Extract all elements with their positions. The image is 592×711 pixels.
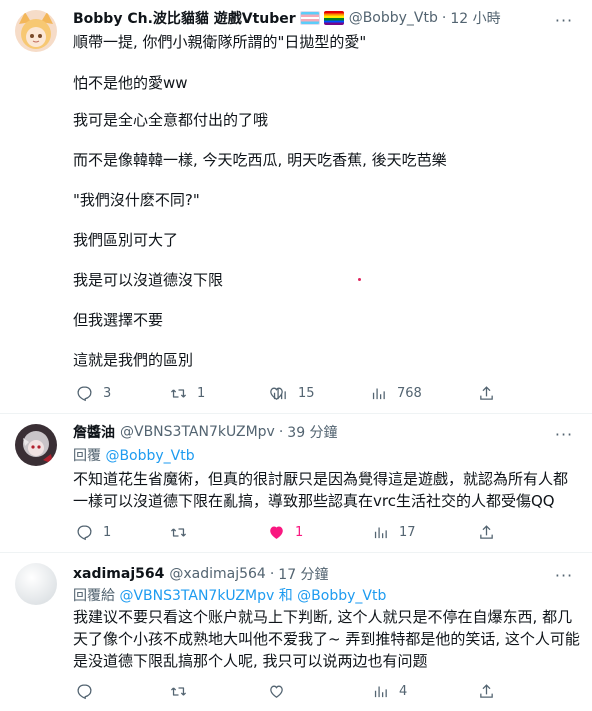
reply-icon [77,683,92,699]
reply-button[interactable] [76,681,103,701]
views-chart-icon [374,686,387,697]
more-icon[interactable]: ··· [554,10,574,30]
avatar[interactable] [15,10,57,52]
tweet-text-line: 一樣可以沒道德下限在亂搞，導致那些認真在vrc生活社交的人都受傷QQ [73,492,555,510]
timestamp[interactable]: 17 分鐘 [278,564,328,584]
share-icon [480,385,493,400]
tweet-text-line: 而不是像韓韓一樣, 今天吃西瓜, 明天吃香蕉, 後天吃芭樂 [73,151,447,169]
more-icon[interactable]: ··· [554,565,574,585]
retweet-button[interactable] [170,681,197,701]
separator: · [441,10,447,26]
rainbow-flag-icon [323,11,344,25]
views-count: 17 [399,524,416,540]
mention-link[interactable]: @Bobby_Vtb [105,448,194,464]
heart-icon [270,526,283,539]
views-button[interactable]: 4 [372,681,407,701]
separator: · [269,566,275,582]
views-button[interactable]: 17 [372,522,416,542]
timestamp[interactable]: 12 小時 [450,8,500,28]
tweet-text-line: 我可是全心全意都付出的了哦 [73,111,269,129]
share-icon [480,683,493,698]
replying-to: 回覆 @Bobby_Vtb [73,446,195,466]
tweet-header: 詹醬油 @VBNS3TAN7kUZMpv · 39 分鐘 [73,422,338,442]
reply-prefix: 回覆給 [73,588,120,604]
bookmark-count: 768 [397,385,422,401]
like-button[interactable]: 1 [268,522,303,542]
more-icon[interactable]: ··· [554,424,574,444]
tweet-2[interactable]: 詹醬油 @VBNS3TAN7kUZMpv · 39 分鐘 ··· 回覆 @Bob… [0,414,592,546]
bookmark-stat[interactable]: 768 [370,383,422,403]
share-button[interactable] [478,681,495,701]
views-count: 15 [298,385,315,401]
tweet-text-line: 但我選擇不要 [73,311,164,329]
views-count: 4 [399,683,408,699]
reply-icon [77,385,92,401]
avatar[interactable] [15,563,57,605]
tweet-text-line: 我是可以沒道德沒下限 [73,271,224,289]
tweet-text-line: 怕不是他的愛ww [73,74,188,92]
display-name[interactable]: 詹醬油 [73,422,115,442]
replying-to: 回覆給 @VBNS3TAN7kUZMpv 和 @Bobby_Vtb [73,586,386,606]
stray-dot [358,278,361,281]
tweet-header: xadimaj564 @xadimaj564 · 17 分鐘 [73,564,329,584]
retweet-button[interactable]: 1 [170,383,205,403]
tweet-text-line: 不知道花生省魔術，但真的很討厭只是因為覺得這是遊戲，就認為所有人都 [73,470,569,488]
user-handle[interactable]: @VBNS3TAN7kUZMpv [120,424,275,440]
heart-icon [270,685,283,698]
retweet-button[interactable] [170,522,197,542]
views-chart-icon [374,527,387,538]
retweet-icon [170,388,187,398]
tweet-text-line: 這就是我們的區別 [73,351,194,369]
tweet-text-line: 天了像个小孩不成熟地大叫他不爱我了~ 弄到推特都是他的笑话, 这个人可能 [73,630,580,648]
share-icon [480,524,493,539]
user-handle[interactable]: @Bobby_Vtb [349,10,438,26]
reply-count: 3 [103,385,112,401]
reply-button[interactable]: 3 [76,383,111,403]
tweet-text-line: 是没道德下限乱搞那个人呢, 我只可以说两边也有问题 [73,652,428,670]
avatar[interactable] [15,424,57,466]
retweet-icon [170,686,187,696]
tweet-text-line: 順帶一提, 你們小親衛隊所謂的"日拋型的愛" [73,33,367,51]
tweet-1[interactable]: Bobby Ch.波比貓貓 遊戲Vtuber @Bobby_Vtb · 12 小… [0,0,592,405]
like-count: 1 [295,524,304,540]
reply-icon [77,524,92,540]
tweet-text-line: 我們區別可大了 [73,231,179,249]
separator: · [278,424,284,440]
views-chart-icon [273,388,286,399]
display-name[interactable]: Bobby Ch.波比貓貓 遊戲Vtuber [73,8,296,28]
trans-flag-icon [299,11,320,25]
reply-button[interactable]: 1 [76,522,111,542]
share-button[interactable] [478,383,495,403]
tweet-text-line: 我建议不要只看这个账户就马上下判断, 这个人就只是不停在自爆东西, 都几 [73,608,573,626]
reply-prefix: 回覆 [73,448,106,464]
share-button[interactable] [478,522,495,542]
mention-link[interactable]: @VBNS3TAN7kUZMpv 和 @Bobby_Vtb [119,588,386,604]
like-button[interactable] [268,681,295,701]
reply-count: 1 [103,524,112,540]
tweet-text-line: "我們沒什麽不同?" [73,191,200,209]
tweet-header: Bobby Ch.波比貓貓 遊戲Vtuber @Bobby_Vtb · 12 小… [73,8,501,28]
views-button[interactable]: 15 [271,383,315,403]
display-name[interactable]: xadimaj564 [73,566,164,582]
tweet-3[interactable]: xadimaj564 @xadimaj564 · 17 分鐘 ··· 回覆給 @… [0,553,592,711]
views-chart-icon [372,388,385,399]
retweet-icon [170,527,187,537]
retweet-count: 1 [197,385,206,401]
user-handle[interactable]: @xadimaj564 [169,566,265,582]
timestamp[interactable]: 39 分鐘 [287,422,337,442]
